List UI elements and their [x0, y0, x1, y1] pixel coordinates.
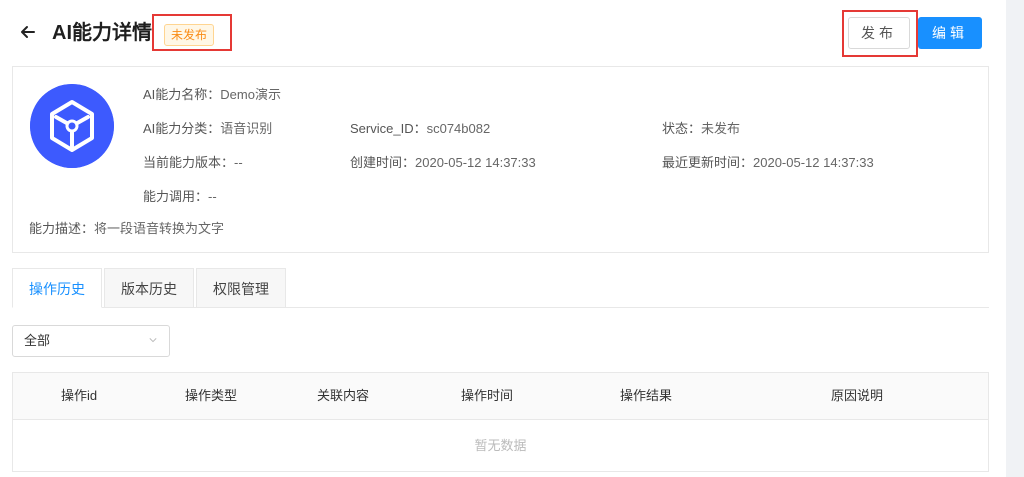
info-desc-label: 能力描述：: [29, 221, 95, 236]
page-title: AI能力详情: [52, 22, 152, 44]
info-status: 状态：未发布: [662, 120, 740, 138]
info-status-label: 状态：: [662, 121, 702, 136]
info-desc-value: 将一段语音转换为文字: [94, 221, 225, 236]
column-header: 操作结果: [619, 388, 672, 403]
info-status-value: 未发布: [701, 121, 741, 136]
publish-button[interactable]: 发布: [848, 17, 910, 49]
status-badge: 未发布: [164, 24, 215, 46]
info-version-label: 当前能力版本：: [143, 155, 235, 170]
column-header: 原因说明: [830, 388, 883, 403]
column-header: 操作id: [60, 388, 98, 403]
info-category-label: AI能力分类：: [143, 121, 221, 136]
info-created-label: 创建时间：: [350, 155, 416, 170]
info-service-id-value: sc074b082: [426, 121, 491, 136]
info-calls: 能力调用：--: [143, 188, 217, 206]
info-calls-value: --: [208, 189, 217, 204]
chevron-down-icon: [149, 338, 157, 343]
info-calls-label: 能力调用：: [143, 189, 209, 204]
column-header: 操作类型: [184, 388, 237, 403]
tab-version-history[interactable]: 版本历史: [104, 268, 194, 308]
edit-button[interactable]: 编辑: [918, 17, 982, 49]
column-header: 操作时间: [460, 388, 513, 403]
scrollbar-track: [1006, 0, 1024, 477]
info-category: AI能力分类：语音识别: [143, 120, 272, 138]
info-service-id-label: Service_ID：: [350, 121, 427, 136]
info-name-value: Demo演示: [220, 87, 281, 102]
filter-select-value: 全部: [24, 333, 51, 348]
info-name-label: AI能力名称：: [143, 87, 221, 102]
info-updated: 最近更新时间：2020-05-12 14:37:33: [662, 154, 874, 172]
empty-state-text: 暂无数据: [474, 438, 527, 453]
column-header: 关联内容: [316, 388, 369, 403]
info-category-value: 语音识别: [220, 121, 273, 136]
table-header: 操作id 操作类型 关联内容 操作时间 操作结果 原因说明: [13, 373, 988, 420]
back-arrow-icon[interactable]: [18, 22, 38, 42]
tab-operation-history[interactable]: 操作历史: [12, 268, 102, 308]
operation-table: 操作id 操作类型 关联内容 操作时间 操作结果 原因说明 暂无数据: [12, 372, 989, 472]
info-created-value: 2020-05-12 14:37:33: [415, 155, 536, 170]
info-description: 能力描述：将一段语音转换为文字: [29, 220, 224, 238]
info-version: 当前能力版本：--: [143, 154, 243, 172]
tab-permission-management[interactable]: 权限管理: [196, 268, 286, 308]
info-created: 创建时间：2020-05-12 14:37:33: [350, 154, 536, 172]
info-service-id: Service_ID：sc074b082: [350, 120, 490, 138]
info-version-value: --: [234, 155, 243, 170]
info-updated-value: 2020-05-12 14:37:33: [753, 155, 874, 170]
filter-select[interactable]: 全部: [12, 325, 170, 357]
info-name: AI能力名称：Demo演示: [143, 86, 281, 104]
cube-logo-icon: [30, 84, 114, 168]
info-updated-label: 最近更新时间：: [662, 155, 754, 170]
